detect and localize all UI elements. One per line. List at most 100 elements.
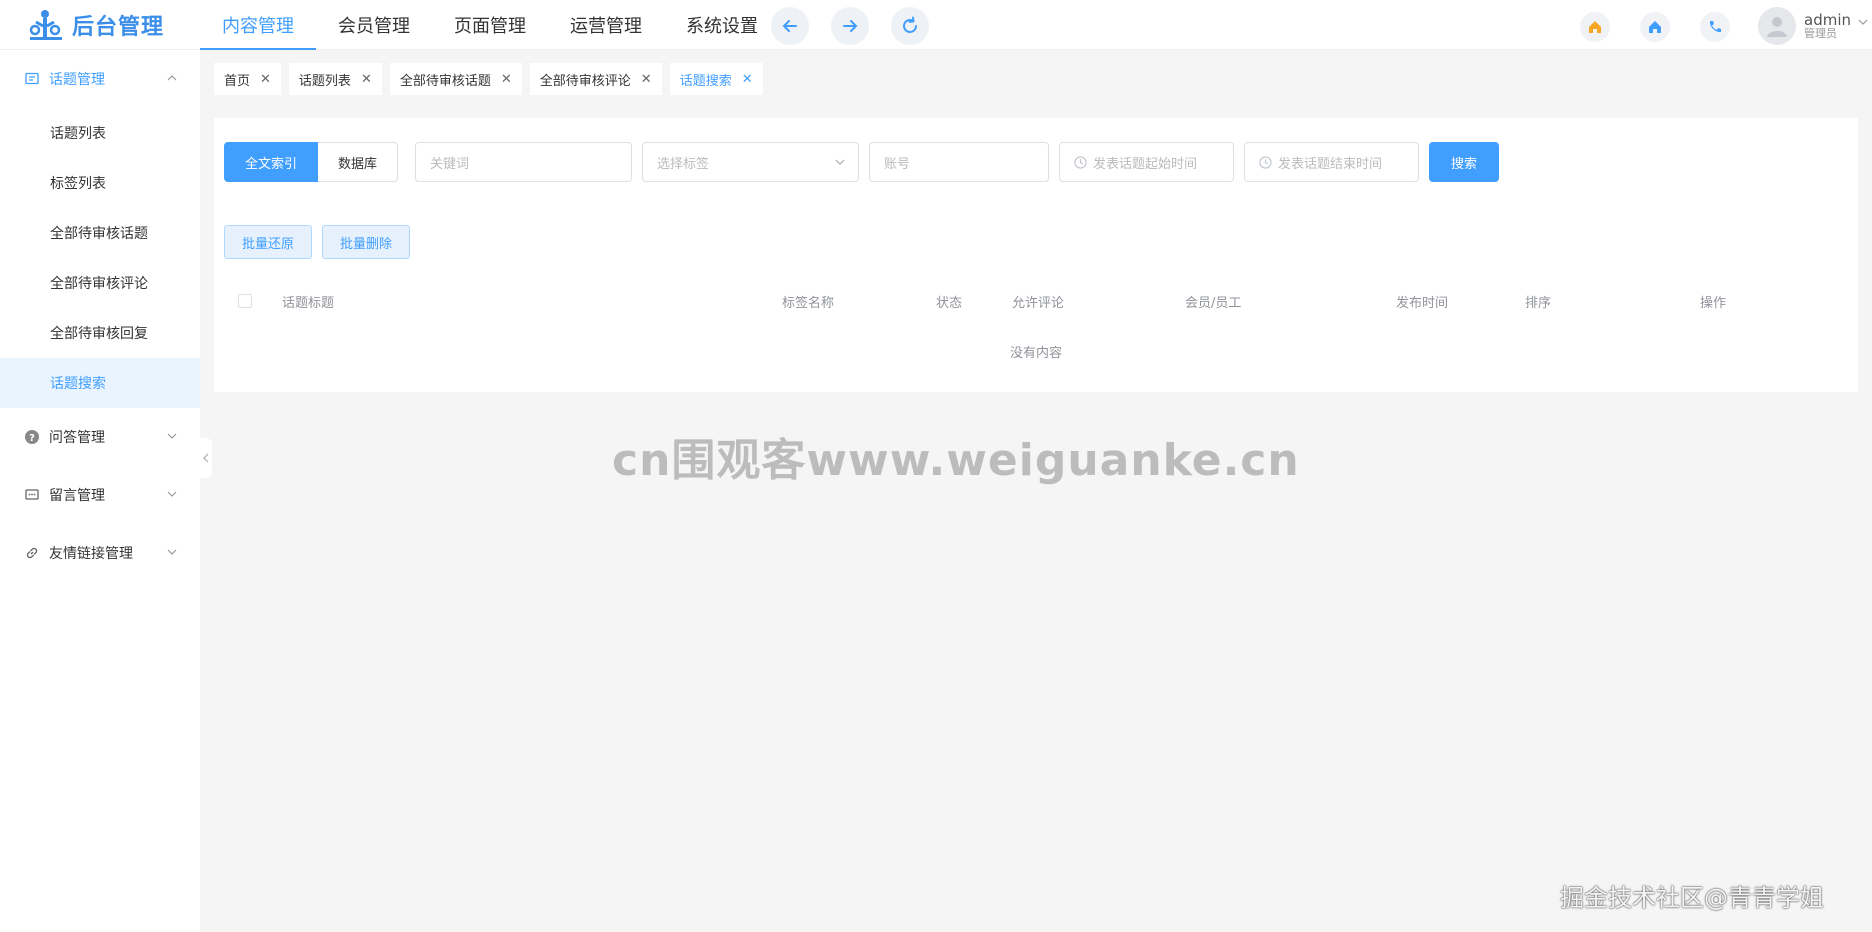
tab-topic-search[interactable]: 话题搜索 ✕ — [669, 63, 763, 95]
tab-label: 首页 — [224, 73, 251, 89]
keyword-placeholder: 关键词 — [430, 156, 470, 172]
logo-text: 后台管理 — [72, 15, 165, 40]
sidebar-group-messages[interactable]: 留言管理 — [0, 466, 200, 524]
account-placeholder: 账号 — [884, 156, 911, 172]
sidebar-item-pending-replies[interactable]: 全部待审核回复 — [0, 308, 200, 358]
home-orange-button[interactable] — [1580, 12, 1610, 42]
column-sort: 排序 — [1525, 295, 1552, 311]
tab-topic-list[interactable]: 话题列表 ✕ — [288, 63, 382, 95]
chevron-down-icon — [167, 433, 177, 439]
phone-button[interactable] — [1700, 12, 1730, 42]
user-role: 管理员 — [1804, 27, 1837, 41]
search-mode-toggle: 全文索引 数据库 — [224, 142, 399, 182]
watermark-center: cn围观客www.weiguanke.cn — [612, 435, 1300, 486]
sidebar-item-topic-list[interactable]: 话题列表 — [0, 108, 200, 158]
account-input[interactable]: 账号 — [869, 142, 1049, 182]
tab-label: 全部待审核话题 — [399, 73, 491, 89]
tab-label: 话题列表 — [298, 73, 351, 89]
start-time-picker[interactable]: 发表话题起始时间 — [1059, 142, 1234, 182]
arrow-right-icon — [843, 20, 858, 32]
link-icon — [24, 545, 40, 561]
back-button[interactable] — [771, 7, 809, 45]
close-icon[interactable]: ✕ — [501, 72, 512, 87]
end-time-placeholder: 发表话题结束时间 — [1278, 156, 1383, 172]
sidebar-collapse-toggle[interactable] — [200, 438, 212, 478]
chevron-down-icon — [1858, 19, 1868, 25]
top-nav-pages[interactable]: 页面管理 — [432, 0, 548, 50]
table-header: 话题标题 标签名称 状态 允许评论 会员/员工 发布时间 排序 操作 — [214, 278, 1858, 324]
top-nav-content[interactable]: 内容管理 — [200, 0, 316, 50]
svg-text:?: ? — [29, 433, 35, 444]
sidebar-item-tag-list[interactable]: 标签列表 — [0, 158, 200, 208]
column-member: 会员/员工 — [1185, 295, 1242, 311]
home-icon — [1649, 21, 1661, 33]
database-button[interactable]: 数据库 — [318, 142, 399, 182]
sidebar: 话题管理 话题列表 标签列表 全部待审核话题 全部待审核评论 全部待审核回复 话… — [0, 50, 200, 932]
tab-pending-topics[interactable]: 全部待审核话题 ✕ — [389, 63, 522, 95]
tab-home[interactable]: 首页 ✕ — [214, 63, 281, 95]
empty-state: 没有内容 — [1009, 346, 1062, 361]
column-status: 状态 — [936, 295, 963, 311]
user-menu[interactable]: admin 管理员 — [1758, 7, 1869, 45]
close-icon[interactable]: ✕ — [742, 72, 753, 87]
question-icon: ? — [24, 429, 40, 445]
refresh-button[interactable] — [891, 7, 929, 45]
watermark-corner: 掘金技术社区@青青学姐 — [1560, 884, 1824, 912]
tag-placeholder: 选择标签 — [657, 156, 710, 172]
column-actions: 操作 — [1700, 295, 1727, 311]
top-nav-operations[interactable]: 运营管理 — [548, 0, 664, 50]
chevron-up-icon — [167, 75, 177, 81]
close-icon[interactable]: ✕ — [641, 72, 652, 87]
tag-select[interactable]: 选择标签 — [642, 142, 859, 182]
column-title: 话题标题 — [282, 295, 335, 311]
logo-icon — [29, 10, 62, 40]
user-icon — [1767, 17, 1787, 37]
keyword-input[interactable]: 关键词 — [415, 142, 632, 182]
tab-strip: 首页 ✕ 话题列表 ✕ 全部待审核话题 ✕ 全部待审核评论 ✕ 话题搜索 ✕ — [200, 50, 1872, 108]
start-time-placeholder: 发表话题起始时间 — [1093, 156, 1198, 172]
select-all-checkbox[interactable] — [238, 294, 252, 308]
sidebar-group-topics[interactable]: 话题管理 — [0, 50, 200, 108]
chevron-left-icon — [203, 453, 209, 463]
top-nav-settings[interactable]: 系统设置 — [664, 0, 780, 50]
clock-icon — [1259, 155, 1272, 169]
content-panel: 全文索引 数据库 关键词 选择标签 账号 发表话题起始时间 发表话题结束时间 搜… — [214, 118, 1858, 392]
sidebar-group-qa[interactable]: ? 问答管理 — [0, 408, 200, 466]
phone-icon — [1709, 21, 1721, 33]
clock-icon — [1074, 155, 1087, 169]
search-button[interactable]: 搜索 — [1429, 142, 1499, 182]
sidebar-item-pending-topics[interactable]: 全部待审核话题 — [0, 208, 200, 258]
arrow-left-icon — [782, 20, 797, 32]
sidebar-item-pending-comments[interactable]: 全部待审核评论 — [0, 258, 200, 308]
sidebar-group-label: 话题管理 — [49, 72, 105, 88]
end-time-picker[interactable]: 发表话题结束时间 — [1244, 142, 1419, 182]
logo[interactable]: 后台管理 — [28, 8, 164, 42]
batch-restore-button[interactable]: 批量还原 — [224, 225, 312, 259]
tab-label: 全部待审核评论 — [539, 73, 631, 89]
refresh-icon — [903, 16, 917, 33]
column-publish-time: 发布时间 — [1396, 295, 1449, 311]
forward-button[interactable] — [831, 7, 869, 45]
user-name: admin — [1804, 10, 1851, 29]
batch-delete-button[interactable]: 批量删除 — [322, 225, 410, 259]
close-icon[interactable]: ✕ — [361, 72, 372, 87]
message-icon — [24, 71, 40, 87]
chevron-down-icon — [835, 159, 845, 165]
comment-icon — [24, 487, 40, 503]
home-icon — [1589, 21, 1601, 33]
home-blue-button[interactable] — [1640, 12, 1670, 42]
sidebar-group-label: 问答管理 — [49, 430, 105, 446]
sidebar-group-label: 留言管理 — [49, 488, 105, 504]
chevron-down-icon — [167, 549, 177, 555]
tab-pending-comments[interactable]: 全部待审核评论 ✕ — [529, 63, 662, 95]
fulltext-index-button[interactable]: 全文索引 — [224, 142, 319, 182]
column-allow-comment: 允许评论 — [1012, 295, 1065, 311]
close-icon[interactable]: ✕ — [260, 72, 271, 87]
sidebar-group-links[interactable]: 友情链接管理 — [0, 524, 200, 582]
column-tag: 标签名称 — [782, 295, 835, 311]
sidebar-item-topic-search[interactable]: 话题搜索 — [0, 358, 200, 408]
tab-label: 话题搜索 — [679, 73, 732, 89]
avatar — [1758, 7, 1796, 45]
sidebar-group-label: 友情链接管理 — [49, 546, 133, 562]
top-nav-members[interactable]: 会员管理 — [316, 0, 432, 50]
